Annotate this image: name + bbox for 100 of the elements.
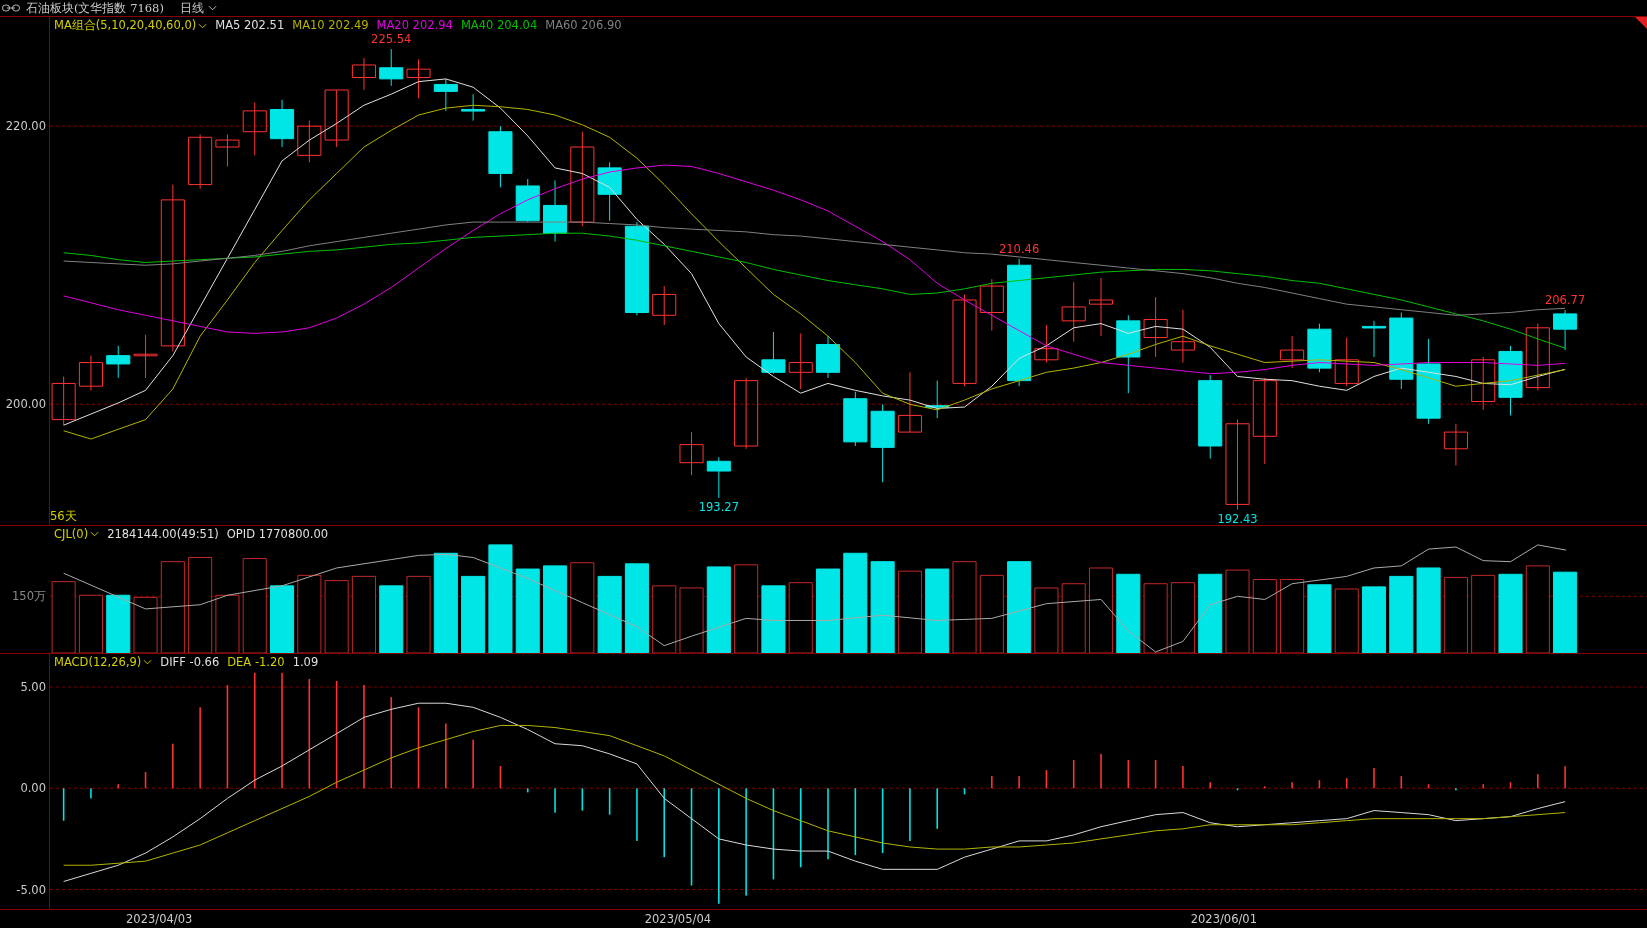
candlestick bbox=[925, 380, 950, 419]
candlestick bbox=[51, 376, 76, 426]
macd-bar bbox=[608, 788, 611, 815]
volume-bar bbox=[215, 594, 240, 653]
candlestick bbox=[242, 102, 267, 156]
candlestick bbox=[297, 120, 322, 163]
indicator-selector[interactable]: CJL(0) bbox=[54, 527, 100, 541]
volume-bar bbox=[51, 581, 76, 653]
candlestick bbox=[816, 335, 841, 379]
day-count-label: 56天 bbox=[50, 509, 77, 524]
candlestick bbox=[1034, 324, 1059, 364]
price-axis-label: 220.00 bbox=[5, 119, 46, 134]
volume-bar bbox=[1307, 584, 1332, 653]
instrument-title: 石油板块(文华指数 7168) bbox=[26, 0, 164, 16]
volume-bar bbox=[78, 594, 103, 653]
price-extreme-label: 225.54 bbox=[371, 32, 412, 47]
chevron-down-icon bbox=[207, 5, 217, 11]
candlestick bbox=[1553, 309, 1578, 351]
volume-bar bbox=[652, 585, 677, 653]
macd-bar bbox=[1345, 778, 1348, 789]
volume-bar bbox=[270, 585, 295, 653]
candlestick bbox=[78, 355, 103, 391]
candlestick bbox=[1361, 320, 1387, 358]
candlestick bbox=[788, 332, 813, 390]
date-axis-label: 2023/05/04 bbox=[644, 912, 711, 926]
moving-average-reading: MA20 202.94 bbox=[376, 18, 453, 33]
volume-bar bbox=[1143, 583, 1168, 653]
volume-bar bbox=[133, 596, 158, 653]
candlestick bbox=[979, 278, 1004, 332]
macd-bar bbox=[963, 788, 966, 795]
candlestick bbox=[1170, 309, 1195, 364]
candlestick bbox=[1525, 323, 1550, 391]
price-extreme-label: 206.77 bbox=[1544, 293, 1586, 308]
macd-axis-label: -5.00 bbox=[16, 882, 46, 897]
macd-bar bbox=[499, 766, 502, 789]
candlestick bbox=[1088, 277, 1114, 337]
candlestick bbox=[461, 93, 486, 122]
corner-marker-icon bbox=[1635, 17, 1647, 29]
moving-average-reading: MA5 202.51 bbox=[215, 18, 285, 33]
macd-reading: 1.09 bbox=[292, 655, 319, 669]
volume-bar bbox=[1061, 583, 1086, 653]
macd-bar bbox=[581, 788, 584, 811]
candlestick bbox=[1307, 323, 1332, 373]
candlestick bbox=[1443, 423, 1468, 466]
volume-bar bbox=[1034, 587, 1059, 653]
candlestick bbox=[106, 345, 131, 379]
candlestick bbox=[1061, 281, 1086, 343]
candlestick bbox=[1471, 356, 1496, 411]
moving-average-reading: MA10 202.49 bbox=[292, 18, 369, 33]
macd-axis-label: 0.00 bbox=[20, 781, 46, 796]
candlestick bbox=[897, 371, 922, 433]
candlestick bbox=[1280, 335, 1305, 369]
candlestick bbox=[1334, 337, 1359, 387]
moving-average-reading: MA40 204.04 bbox=[460, 18, 538, 33]
chevron-down-icon bbox=[143, 659, 153, 665]
link-icon bbox=[2, 4, 20, 12]
macd-reading: DEA -1.20 bbox=[227, 655, 285, 669]
macd-bar bbox=[1072, 759, 1075, 789]
macd-bar bbox=[526, 788, 529, 793]
volume-bar bbox=[761, 585, 786, 653]
candlestick bbox=[679, 431, 704, 476]
chevron-down-icon bbox=[90, 531, 100, 537]
candlestick bbox=[843, 391, 868, 447]
period-selector[interactable]: 日线 bbox=[179, 0, 217, 16]
volume-bar bbox=[788, 582, 813, 653]
candlestick bbox=[351, 57, 376, 91]
indicator-selector[interactable]: MA组合(5,10,20,40,60,0) bbox=[54, 18, 208, 33]
candlestick bbox=[488, 125, 513, 188]
macd-bar bbox=[1045, 770, 1048, 789]
price-extreme-label: 210.46 bbox=[999, 242, 1040, 257]
candlestick bbox=[406, 58, 431, 99]
candlestick bbox=[215, 134, 240, 167]
macd-axis-label: 5.00 bbox=[20, 680, 46, 694]
date-axis-label: 2023/04/03 bbox=[126, 912, 193, 926]
candlestick bbox=[133, 334, 158, 379]
macd-bar bbox=[1154, 759, 1157, 789]
candlestick bbox=[1498, 345, 1523, 416]
volume-reading: OPID 1770800.00 bbox=[226, 527, 329, 541]
indicator-selector[interactable]: MACD(12,26,9) bbox=[54, 655, 153, 669]
macd-bar bbox=[1236, 788, 1239, 791]
macd-reading: DIFF -0.66 bbox=[160, 655, 220, 669]
candlestick bbox=[652, 285, 677, 326]
price-extreme-label: 192.43 bbox=[1217, 511, 1258, 526]
date-axis-label: 2023/06/01 bbox=[1190, 912, 1257, 926]
volume-bar bbox=[379, 585, 404, 653]
macd-bar bbox=[854, 788, 857, 856]
macd-bar bbox=[1400, 776, 1403, 789]
price-axis-label: 200.00 bbox=[5, 397, 46, 412]
volume-bar bbox=[679, 587, 704, 653]
price-extreme-label: 193.27 bbox=[698, 499, 739, 514]
candlestick bbox=[379, 48, 404, 87]
macd-bar bbox=[1509, 782, 1512, 789]
candlestick bbox=[543, 179, 568, 243]
macd-bar bbox=[117, 784, 120, 789]
candlestick bbox=[515, 178, 540, 223]
candlestick bbox=[270, 99, 295, 148]
volume-bar bbox=[106, 594, 131, 653]
macd-bar bbox=[1318, 780, 1321, 789]
candlestick bbox=[706, 456, 731, 499]
macd-bar bbox=[62, 788, 65, 821]
